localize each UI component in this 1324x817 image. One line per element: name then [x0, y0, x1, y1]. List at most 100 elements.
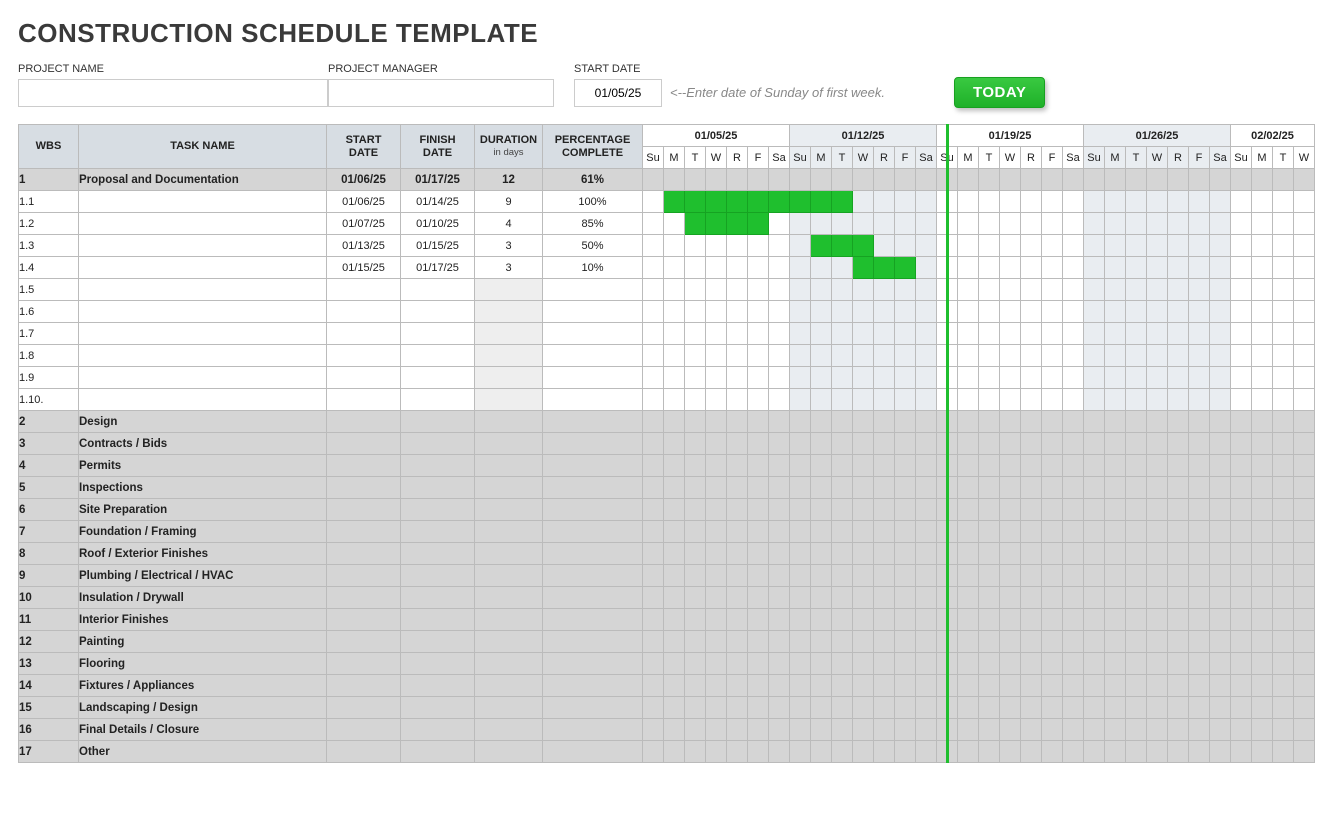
gantt-cell[interactable] [916, 675, 937, 697]
gantt-cell[interactable] [979, 411, 1000, 433]
cell-wbs[interactable]: 1.5 [19, 279, 79, 301]
gantt-cell[interactable] [916, 323, 937, 345]
cell-start[interactable] [327, 411, 401, 433]
cell-wbs[interactable]: 1 [19, 169, 79, 191]
cell-finish[interactable] [401, 499, 475, 521]
gantt-cell[interactable] [1042, 257, 1063, 279]
cell-start[interactable] [327, 521, 401, 543]
cell-wbs[interactable]: 1.2 [19, 213, 79, 235]
gantt-cell[interactable] [1021, 323, 1042, 345]
gantt-cell[interactable] [643, 543, 664, 565]
cell-task[interactable]: Painting [79, 631, 327, 653]
cell-finish[interactable] [401, 565, 475, 587]
gantt-cell[interactable] [1042, 477, 1063, 499]
gantt-cell[interactable] [748, 433, 769, 455]
gantt-cell[interactable] [1168, 455, 1189, 477]
gantt-cell[interactable] [958, 433, 979, 455]
gantt-cell[interactable] [853, 631, 874, 653]
cell-wbs[interactable]: 17 [19, 741, 79, 763]
gantt-cell[interactable] [1273, 323, 1294, 345]
gantt-cell[interactable] [895, 675, 916, 697]
gantt-cell[interactable] [685, 455, 706, 477]
gantt-cell[interactable] [979, 587, 1000, 609]
gantt-cell[interactable] [1000, 191, 1021, 213]
gantt-cell[interactable] [1042, 499, 1063, 521]
gantt-cell[interactable] [1294, 411, 1315, 433]
gantt-cell[interactable] [979, 521, 1000, 543]
gantt-cell[interactable] [895, 367, 916, 389]
gantt-cell[interactable] [979, 323, 1000, 345]
gantt-cell[interactable] [1252, 191, 1273, 213]
gantt-cell[interactable] [1105, 675, 1126, 697]
gantt-cell[interactable] [895, 345, 916, 367]
gantt-cell[interactable] [874, 675, 895, 697]
table-row[interactable]: 7Foundation / Framing [19, 521, 1315, 543]
gantt-cell[interactable] [643, 213, 664, 235]
gantt-cell[interactable] [916, 455, 937, 477]
gantt-cell[interactable] [706, 411, 727, 433]
gantt-cell[interactable] [1084, 565, 1105, 587]
gantt-cell[interactable] [643, 191, 664, 213]
cell-duration[interactable]: 12 [475, 169, 543, 191]
gantt-cell[interactable] [832, 631, 853, 653]
gantt-cell[interactable] [664, 389, 685, 411]
gantt-cell[interactable] [1189, 279, 1210, 301]
gantt-cell[interactable] [1231, 455, 1252, 477]
cell-task[interactable] [79, 389, 327, 411]
gantt-cell[interactable] [643, 653, 664, 675]
gantt-cell[interactable] [1231, 719, 1252, 741]
cell-task[interactable] [79, 279, 327, 301]
table-row[interactable]: 1.10. [19, 389, 1315, 411]
cell-percent[interactable] [543, 477, 643, 499]
table-row[interactable]: 15Landscaping / Design [19, 697, 1315, 719]
gantt-cell[interactable] [769, 565, 790, 587]
gantt-cell[interactable] [1273, 235, 1294, 257]
gantt-cell[interactable] [748, 367, 769, 389]
cell-percent[interactable] [543, 609, 643, 631]
gantt-cell[interactable] [1210, 587, 1231, 609]
gantt-cell[interactable] [1147, 719, 1168, 741]
gantt-cell[interactable] [790, 191, 811, 213]
table-row[interactable]: 9Plumbing / Electrical / HVAC [19, 565, 1315, 587]
gantt-cell[interactable] [1210, 565, 1231, 587]
gantt-cell[interactable] [979, 279, 1000, 301]
gantt-cell[interactable] [1294, 455, 1315, 477]
gantt-cell[interactable] [958, 741, 979, 763]
gantt-cell[interactable] [1252, 741, 1273, 763]
table-row[interactable]: 1.301/13/2501/15/25350% [19, 235, 1315, 257]
gantt-cell[interactable] [1126, 499, 1147, 521]
gantt-cell[interactable] [790, 543, 811, 565]
gantt-cell[interactable] [1126, 741, 1147, 763]
cell-start[interactable] [327, 609, 401, 631]
table-row[interactable]: 1.5 [19, 279, 1315, 301]
gantt-cell[interactable] [895, 697, 916, 719]
gantt-cell[interactable] [979, 213, 1000, 235]
gantt-cell[interactable] [1210, 455, 1231, 477]
gantt-cell[interactable] [1063, 609, 1084, 631]
gantt-cell[interactable] [916, 697, 937, 719]
gantt-cell[interactable] [1147, 565, 1168, 587]
gantt-cell[interactable] [790, 565, 811, 587]
gantt-cell[interactable] [1147, 345, 1168, 367]
gantt-cell[interactable] [958, 631, 979, 653]
gantt-cell[interactable] [664, 697, 685, 719]
gantt-cell[interactable] [1021, 499, 1042, 521]
gantt-cell[interactable] [1252, 609, 1273, 631]
gantt-cell[interactable] [643, 477, 664, 499]
gantt-cell[interactable] [1294, 301, 1315, 323]
gantt-cell[interactable] [685, 433, 706, 455]
gantt-cell[interactable] [1252, 169, 1273, 191]
gantt-cell[interactable] [1126, 411, 1147, 433]
gantt-cell[interactable] [1273, 191, 1294, 213]
gantt-cell[interactable] [1231, 323, 1252, 345]
cell-duration[interactable] [475, 653, 543, 675]
cell-percent[interactable] [543, 521, 643, 543]
cell-duration[interactable] [475, 433, 543, 455]
gantt-cell[interactable] [1126, 213, 1147, 235]
gantt-cell[interactable] [874, 411, 895, 433]
gantt-cell[interactable] [685, 741, 706, 763]
cell-wbs[interactable]: 1.10. [19, 389, 79, 411]
gantt-cell[interactable] [1084, 213, 1105, 235]
table-row[interactable]: 12Painting [19, 631, 1315, 653]
cell-duration[interactable]: 4 [475, 213, 543, 235]
